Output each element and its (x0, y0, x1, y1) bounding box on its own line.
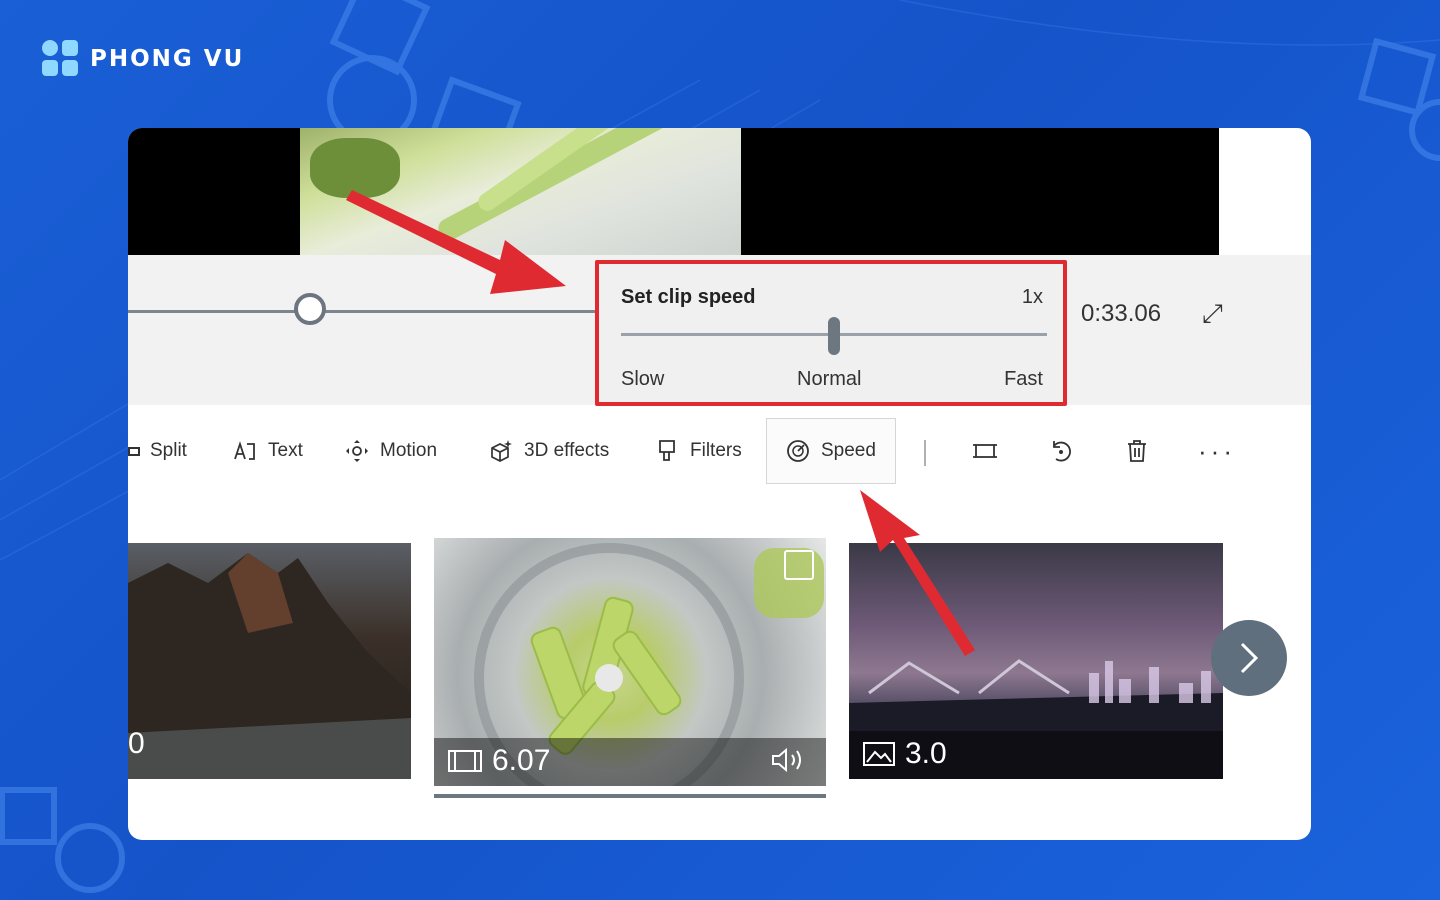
filters-button[interactable]: Filters (654, 418, 742, 484)
video-preview-frame (300, 128, 741, 255)
text-label: Text (268, 440, 303, 461)
clip-2-meta: 6.07 (448, 744, 550, 778)
playback-time: 0:33.06 (1081, 300, 1162, 327)
clip-3-meta: 3.0 (863, 737, 947, 771)
clip-2-duration: 6.07 (492, 744, 551, 777)
split-icon (128, 446, 140, 456)
toolbar-separator (924, 440, 926, 466)
volume-icon[interactable] (770, 746, 808, 774)
delete-button[interactable] (1124, 418, 1150, 484)
split-button[interactable]: Split (128, 418, 187, 484)
split-label: Split (150, 440, 187, 461)
video-editor-window: 0:33.06 ⤢ Set clip speed 1x Slow Normal … (128, 128, 1311, 840)
clip-thumbnail-1[interactable]: 0 (128, 543, 411, 779)
motion-label: Motion (380, 440, 438, 461)
text-icon (234, 441, 255, 460)
clip-thumbnail-2[interactable]: 6.07 (434, 538, 826, 786)
rotate-icon (1053, 441, 1071, 462)
brand-logo-icon (42, 40, 82, 78)
clip-toolbar: Split Text Motion 3D effects Filters Spe… (128, 418, 1311, 488)
set-clip-speed-popup: Set clip speed 1x Slow Normal Fast (595, 260, 1067, 406)
crop-button[interactable] (972, 418, 998, 484)
brand-logo-area: PHONG VU (42, 40, 244, 78)
seek-thumb[interactable] (294, 293, 326, 325)
clip-1-meta: 0 (128, 727, 145, 761)
speed-button[interactable]: Speed (766, 418, 896, 484)
3d-effects-icon (491, 440, 512, 462)
crop-icon (973, 444, 997, 458)
selected-clip-indicator (434, 794, 826, 798)
3d-effects-label: 3D effects (524, 440, 610, 461)
clip-1-duration: 0 (128, 727, 145, 760)
seek-track[interactable] (128, 310, 598, 313)
clip-3-duration: 3.0 (905, 737, 947, 770)
slow-label: Slow (621, 368, 665, 390)
rotate-button[interactable] (1048, 418, 1074, 484)
expand-icon[interactable]: ⤢ (1202, 298, 1223, 330)
trash-icon (1128, 440, 1146, 462)
chevron-right-icon (1240, 642, 1259, 674)
next-clips-button[interactable] (1211, 620, 1287, 696)
image-clip-icon (863, 742, 895, 766)
clip-select-checkbox[interactable] (784, 550, 814, 580)
motion-icon (346, 440, 368, 462)
filters-label: Filters (690, 440, 742, 461)
mountain-image (128, 553, 411, 779)
fast-label: Fast (1004, 368, 1043, 390)
text-button[interactable]: Text (232, 418, 303, 484)
speed-value: 1x (1021, 286, 1043, 308)
clip-thumbnail-3[interactable]: 3.0 (849, 543, 1223, 779)
speed-icon (787, 440, 809, 462)
popup-title: Set clip speed (621, 286, 756, 308)
motion-button[interactable]: Motion (344, 418, 437, 484)
speed-label: Speed (821, 440, 876, 461)
speed-slider-thumb[interactable] (828, 317, 840, 355)
more-options-icon[interactable]: ··· (1198, 418, 1236, 484)
video-clip-icon (448, 750, 482, 772)
brand-name: PHONG VU (90, 46, 245, 72)
normal-label: Normal (797, 368, 862, 390)
filters-icon (659, 440, 675, 461)
3d-effects-button[interactable]: 3D effects (488, 418, 609, 484)
